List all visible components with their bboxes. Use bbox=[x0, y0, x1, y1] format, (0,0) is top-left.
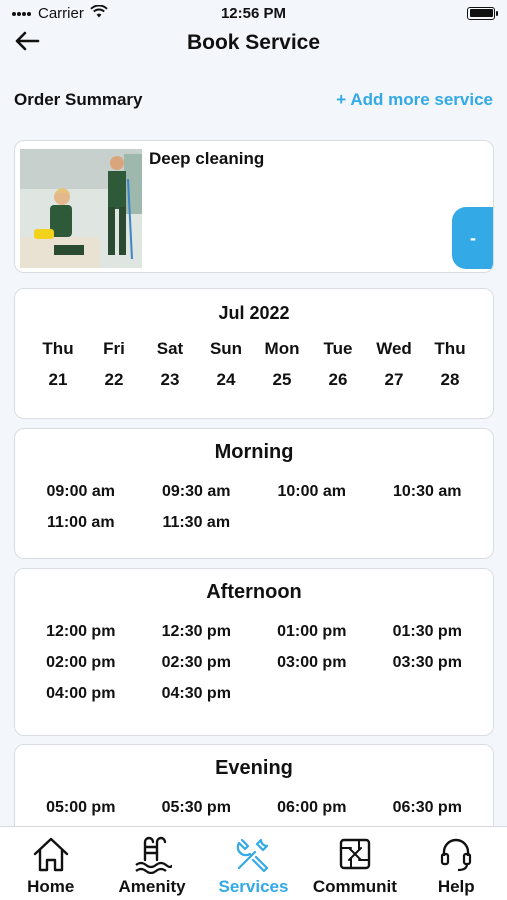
time-slot[interactable]: 02:00 pm bbox=[23, 654, 139, 675]
time-slot[interactable]: 05:30 pm bbox=[139, 799, 255, 820]
decrement-button[interactable]: - bbox=[452, 207, 493, 269]
service-name: Deep cleaning bbox=[149, 149, 265, 168]
morning-slots-card: Morning 09:00 am 09:30 am 10:00 am 10:30… bbox=[14, 428, 494, 559]
service-image bbox=[20, 149, 142, 268]
tab-services[interactable]: Services bbox=[203, 827, 304, 897]
time-slot[interactable]: 03:30 pm bbox=[370, 654, 486, 675]
add-more-service-link[interactable]: + Add more service bbox=[336, 90, 493, 110]
day-option[interactable]: Wed 27 bbox=[371, 339, 417, 390]
time-slot[interactable]: 09:00 am bbox=[23, 483, 139, 504]
day-number: 24 bbox=[216, 370, 236, 389]
day-number: 27 bbox=[384, 370, 404, 389]
order-summary-title: Order Summary bbox=[14, 90, 143, 109]
time-slot[interactable]: 06:30 pm bbox=[370, 799, 486, 820]
back-arrow-icon bbox=[14, 31, 40, 56]
day-option[interactable]: Mon 25 bbox=[259, 339, 305, 390]
day-option[interactable]: Sat 23 bbox=[147, 339, 193, 390]
day-name: Thu bbox=[42, 339, 74, 358]
day-name: Sat bbox=[156, 339, 184, 358]
status-bar: Carrier 12:56 PM bbox=[0, 0, 507, 26]
headset-icon bbox=[434, 833, 478, 875]
time-slot[interactable]: 04:30 pm bbox=[139, 685, 255, 706]
day-option[interactable]: Tue 26 bbox=[315, 339, 361, 390]
morning-slot-grid: 09:00 am 09:30 am 10:00 am 10:30 am 11:0… bbox=[23, 483, 485, 535]
morning-title: Morning bbox=[214, 441, 294, 463]
nav-header: Book Service bbox=[0, 26, 507, 60]
service-card: Deep cleaning - bbox=[14, 140, 494, 273]
home-icon bbox=[29, 833, 73, 875]
tab-label: Help bbox=[437, 877, 475, 896]
evening-slot-grid: 05:00 pm 05:30 pm 06:00 pm 06:30 pm bbox=[23, 799, 485, 820]
day-option[interactable]: Sun 24 bbox=[203, 339, 249, 390]
time-slot[interactable]: 11:30 am bbox=[139, 514, 255, 535]
tab-community[interactable]: Communit bbox=[304, 827, 405, 897]
time-slot[interactable]: 05:00 pm bbox=[23, 799, 139, 820]
day-number: 28 bbox=[440, 370, 460, 389]
bottom-tab-bar: Home Amenity Services Communit Help bbox=[0, 826, 507, 900]
time-slot[interactable]: 12:30 pm bbox=[139, 623, 255, 644]
tools-icon bbox=[231, 833, 275, 875]
day-number: 25 bbox=[272, 370, 292, 389]
day-number: 26 bbox=[328, 370, 348, 389]
day-number: 21 bbox=[48, 370, 68, 389]
time-slot[interactable]: 03:00 pm bbox=[254, 654, 370, 675]
battery-icon bbox=[467, 6, 498, 20]
afternoon-slot-grid: 12:00 pm 12:30 pm 01:00 pm 01:30 pm 02:0… bbox=[23, 623, 485, 706]
time-slot[interactable]: 06:00 pm bbox=[254, 799, 370, 820]
day-name: Mon bbox=[264, 339, 300, 358]
signal-dots-icon bbox=[12, 5, 32, 22]
tab-amenity[interactable]: Amenity bbox=[102, 827, 203, 897]
day-name: Thu bbox=[434, 339, 466, 358]
wifi-icon bbox=[90, 4, 108, 22]
time-slot[interactable]: 10:00 am bbox=[254, 483, 370, 504]
time-slot[interactable]: 10:30 am bbox=[370, 483, 486, 504]
tab-label: Home bbox=[27, 877, 75, 896]
day-name: Sun bbox=[209, 339, 243, 358]
day-number: 22 bbox=[104, 370, 124, 389]
month-label: Jul 2022 bbox=[218, 303, 290, 323]
status-left: Carrier bbox=[12, 4, 108, 22]
afternoon-title: Afternoon bbox=[206, 581, 302, 603]
day-option[interactable]: Fri 22 bbox=[91, 339, 137, 390]
day-grid: Thu 21 Fri 22 Sat 23 Sun 24 Mon 25 Tue 26 Wed 2… bbox=[35, 339, 473, 390]
time-slot[interactable]: 11:00 am bbox=[23, 514, 139, 535]
time-slot[interactable]: 02:30 pm bbox=[139, 654, 255, 675]
date-picker-card: Jul 2022 Thu 21 Fri 22 Sat 23 Sun 24 Mon 25 T… bbox=[14, 288, 494, 419]
day-option[interactable]: Thu 28 bbox=[427, 339, 473, 390]
tab-label: Amenity bbox=[118, 877, 186, 896]
time-slot[interactable]: 12:00 pm bbox=[23, 623, 139, 644]
tab-help[interactable]: Help bbox=[406, 827, 507, 897]
time-slot[interactable]: 01:00 pm bbox=[254, 623, 370, 644]
tab-home[interactable]: Home bbox=[0, 827, 101, 897]
evening-title: Evening bbox=[215, 757, 293, 779]
day-number: 23 bbox=[160, 370, 180, 389]
back-button[interactable] bbox=[12, 28, 42, 58]
page-title: Book Service bbox=[186, 31, 321, 54]
time-slot[interactable]: 04:00 pm bbox=[23, 685, 139, 706]
time-slot[interactable]: 09:30 am bbox=[139, 483, 255, 504]
tab-label: Services bbox=[218, 877, 289, 896]
day-name: Fri bbox=[103, 339, 125, 358]
order-summary-row: Order Summary + Add more service bbox=[14, 88, 493, 112]
tab-label: Communit bbox=[312, 877, 397, 896]
time-slot[interactable]: 01:30 pm bbox=[370, 623, 486, 644]
community-hands-icon bbox=[333, 833, 377, 875]
day-option[interactable]: Thu 21 bbox=[35, 339, 81, 390]
day-name: Wed bbox=[376, 339, 412, 358]
carrier-label: Carrier bbox=[38, 4, 84, 22]
pool-ladder-icon bbox=[130, 833, 174, 875]
day-name: Tue bbox=[323, 339, 353, 358]
afternoon-slots-card: Afternoon 12:00 pm 12:30 pm 01:00 pm 01:… bbox=[14, 568, 494, 736]
